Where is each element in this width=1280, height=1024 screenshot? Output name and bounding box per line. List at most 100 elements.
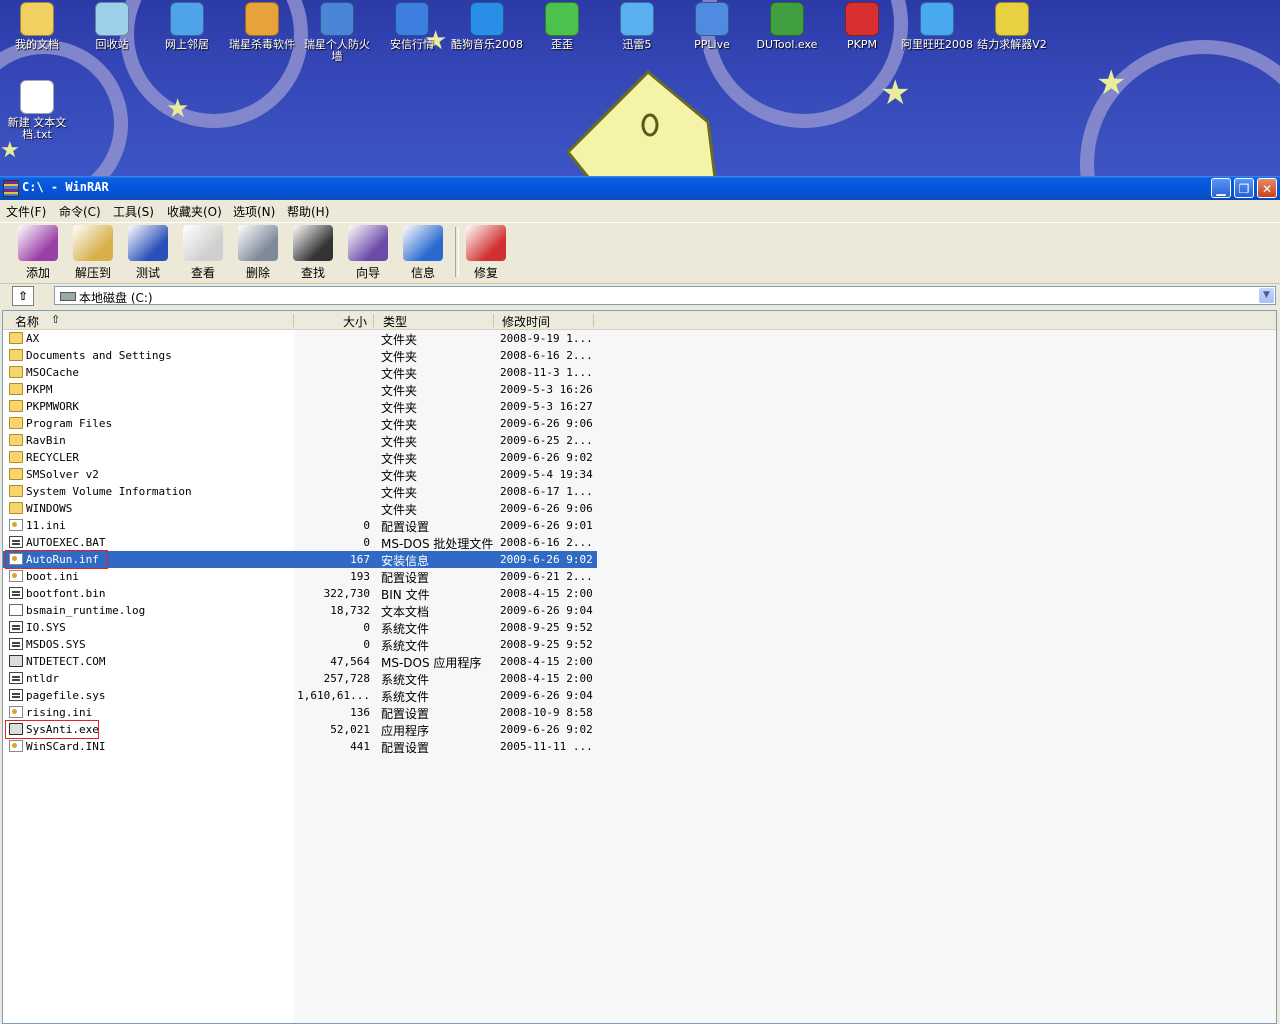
column-separator[interactable] <box>293 314 294 327</box>
desktop-icon[interactable]: PKPM <box>825 0 899 51</box>
file-type: 文件夹 <box>381 367 418 381</box>
file-name: MSDOS.SYS <box>26 638 86 651</box>
wizard-button[interactable]: 向导 <box>341 225 395 281</box>
up-folder-button[interactable]: ⇧ <box>12 286 34 306</box>
desktop-icon[interactable]: 瑞星个人防火墙 <box>300 0 374 63</box>
file-type: 文件夹 <box>381 350 418 364</box>
config-file-icon <box>9 570 23 582</box>
desktop-icon-label: 瑞星杀毒软件 <box>229 38 295 51</box>
restore-button[interactable]: ❐ <box>1234 178 1254 198</box>
file-size: 0 <box>363 519 370 532</box>
desktop-icon[interactable]: DUTool.exe <box>750 0 824 51</box>
system-file-icon <box>9 621 23 633</box>
desktop-icon[interactable]: 新建 文本文档.txt <box>0 78 74 141</box>
desktop-icon[interactable]: PPLive <box>675 0 749 51</box>
table-row[interactable]: pagefile.sys 1,610,61... 系统文件 2009-6-26 9:0… <box>3 687 597 704</box>
table-row[interactable]: Program Files 文件夹 2009-6-26 9:06 <box>3 415 597 432</box>
desktop-icon[interactable]: 瑞星杀毒软件 <box>225 0 299 51</box>
table-row[interactable]: rising.ini 136 配置设置 2008-10-9 8:58 <box>3 704 597 721</box>
table-row[interactable]: WINDOWS 文件夹 2009-6-26 9:06 <box>3 500 597 517</box>
close-button[interactable]: ✕ <box>1257 178 1277 198</box>
menu-file[interactable]: 文件(F) <box>6 203 46 220</box>
table-row[interactable]: AX 文件夹 2008-9-19 1... <box>3 330 597 347</box>
title-bar[interactable]: C:\ - WinRAR ▁ ❐ ✕ <box>0 176 1280 200</box>
file-modified: 2009-6-26 9:04 <box>500 689 593 702</box>
table-row[interactable]: NTDETECT.COM 47,564 MS-DOS 应用程序 2008-4-15 2… <box>3 653 597 670</box>
test-button[interactable]: 测试 <box>121 225 175 281</box>
desktop: ★ ★ ★ ★ ★ 我的文档 回收站 网上邻居 瑞星杀毒软件 瑞星个人防火墙 安信行情 酷狗… <box>0 0 1280 176</box>
table-row[interactable]: System Volume Information 文件夹 2008-6-17 1.… <box>3 483 597 500</box>
file-type: 文件夹 <box>381 452 418 466</box>
file-type: 文件夹 <box>381 418 418 432</box>
file-name: Documents and Settings <box>26 349 172 362</box>
winrar-app-icon[interactable] <box>3 180 19 197</box>
desktop-icon[interactable]: 歪歪 <box>525 0 599 51</box>
file-name: Program Files <box>26 417 113 430</box>
table-row[interactable]: bootfont.bin 322,730 BIN 文件 2008-4-15 2:00 <box>3 585 597 602</box>
table-row[interactable]: IO.SYS 0 系统文件 2008-9-25 9:52 <box>3 619 597 636</box>
file-type: 文本文档 <box>381 605 430 619</box>
desktop-icon[interactable]: 网上邻居 <box>150 0 224 51</box>
file-type: 文件夹 <box>381 384 418 398</box>
menu-tools[interactable]: 工具(S) <box>113 203 154 220</box>
file-type: 系统文件 <box>381 622 430 636</box>
file-type: 安装信息 <box>381 554 430 568</box>
info-button[interactable]: 信息 <box>396 225 450 281</box>
desktop-icon-label: 我的文档 <box>15 38 59 51</box>
desktop-icon[interactable]: 安信行情 <box>375 0 449 51</box>
desktop-icon[interactable]: 阿里旺旺2008 <box>900 0 974 51</box>
table-row[interactable]: PKPMWORK 文件夹 2009-5-3 16:27 <box>3 398 597 415</box>
file-list[interactable]: 名称 ⇧ 大小 类型 修改时间 AX 文件夹 2008-9-19 1... Docum… <box>2 310 1277 1024</box>
desktop-icon[interactable]: 我的文档 <box>0 0 74 51</box>
highlight-box <box>5 720 99 739</box>
file-type: 配置设置 <box>381 741 430 755</box>
table-row[interactable]: bsmain_runtime.log 18,732 文本文档 2009-6-26 9:… <box>3 602 597 619</box>
find-button[interactable]: 查找 <box>286 225 340 281</box>
view-button[interactable]: 查看 <box>176 225 230 281</box>
menu-options[interactable]: 选项(N) <box>233 203 275 220</box>
desktop-icon[interactable]: 结力求解器V2 <box>975 0 1049 51</box>
table-row[interactable]: RavBin 文件夹 2009-6-25 2... <box>3 432 597 449</box>
column-separator[interactable] <box>493 314 494 327</box>
menu-help[interactable]: 帮助(H) <box>287 203 329 220</box>
column-separator[interactable] <box>593 314 594 327</box>
solver-icon <box>995 2 1029 36</box>
column-header-name[interactable]: 名称 <box>15 313 39 330</box>
menu-favorites[interactable]: 收藏夹(O) <box>167 203 222 220</box>
drive-icon <box>60 292 76 301</box>
menu-commands[interactable]: 命令(C) <box>59 203 101 220</box>
column-header-type[interactable]: 类型 <box>383 313 407 330</box>
table-row[interactable]: SMSolver v2 文件夹 2009-5-4 19:34 <box>3 466 597 483</box>
table-row[interactable]: WinSCard.INI 441 配置设置 2005-11-11 ... <box>3 738 597 755</box>
column-header-size[interactable]: 大小 <box>343 313 367 330</box>
table-row[interactable]: AUTOEXEC.BAT 0 MS-DOS 批处理文件 2008-6-16 2... <box>3 534 597 551</box>
repair-button[interactable]: 修复 <box>459 225 513 281</box>
delete-button[interactable]: 删除 <box>231 225 285 281</box>
desktop-icon[interactable]: 酷狗音乐2008 <box>450 0 524 51</box>
add-button[interactable]: 添加 <box>11 225 65 281</box>
file-name: 11.ini <box>26 519 66 532</box>
minimize-button[interactable]: ▁ <box>1211 178 1231 198</box>
table-row[interactable]: Documents and Settings 文件夹 2008-6-16 2... <box>3 347 597 364</box>
chevron-down-icon[interactable]: ▼ <box>1259 288 1274 303</box>
table-row[interactable]: PKPM 文件夹 2009-5-3 16:26 <box>3 381 597 398</box>
file-size: 167 <box>350 553 370 566</box>
column-separator[interactable] <box>373 314 374 327</box>
file-modified: 2008-4-15 2:00 <box>500 672 593 685</box>
table-row[interactable]: boot.ini 193 配置设置 2009-6-21 2... <box>3 568 597 585</box>
file-modified: 2009-5-4 19:34 <box>500 468 593 481</box>
file-name: PKPM <box>26 383 53 396</box>
path-dropdown[interactable]: 本地磁盘 (C:) ▼ <box>54 286 1276 305</box>
desktop-icon[interactable]: 回收站 <box>75 0 149 51</box>
desktop-icon[interactable]: 迅雷5 <box>600 0 674 51</box>
table-row[interactable]: ntldr 257,728 系统文件 2008-4-15 2:00 <box>3 670 597 687</box>
add-label: 添加 <box>25 266 50 280</box>
table-row[interactable]: MSDOS.SYS 0 系统文件 2008-9-25 9:52 <box>3 636 597 653</box>
table-row[interactable]: MSOCache 文件夹 2008-11-3 1... <box>3 364 597 381</box>
file-modified: 2008-6-16 2... <box>500 536 593 549</box>
file-size: 0 <box>363 621 370 634</box>
table-row[interactable]: 11.ini 0 配置设置 2009-6-26 9:01 <box>3 517 597 534</box>
column-header-modified[interactable]: 修改时间 <box>502 313 550 330</box>
extract-to-button[interactable]: 解压到 <box>66 225 120 281</box>
table-row[interactable]: RECYCLER 文件夹 2009-6-26 9:02 <box>3 449 597 466</box>
